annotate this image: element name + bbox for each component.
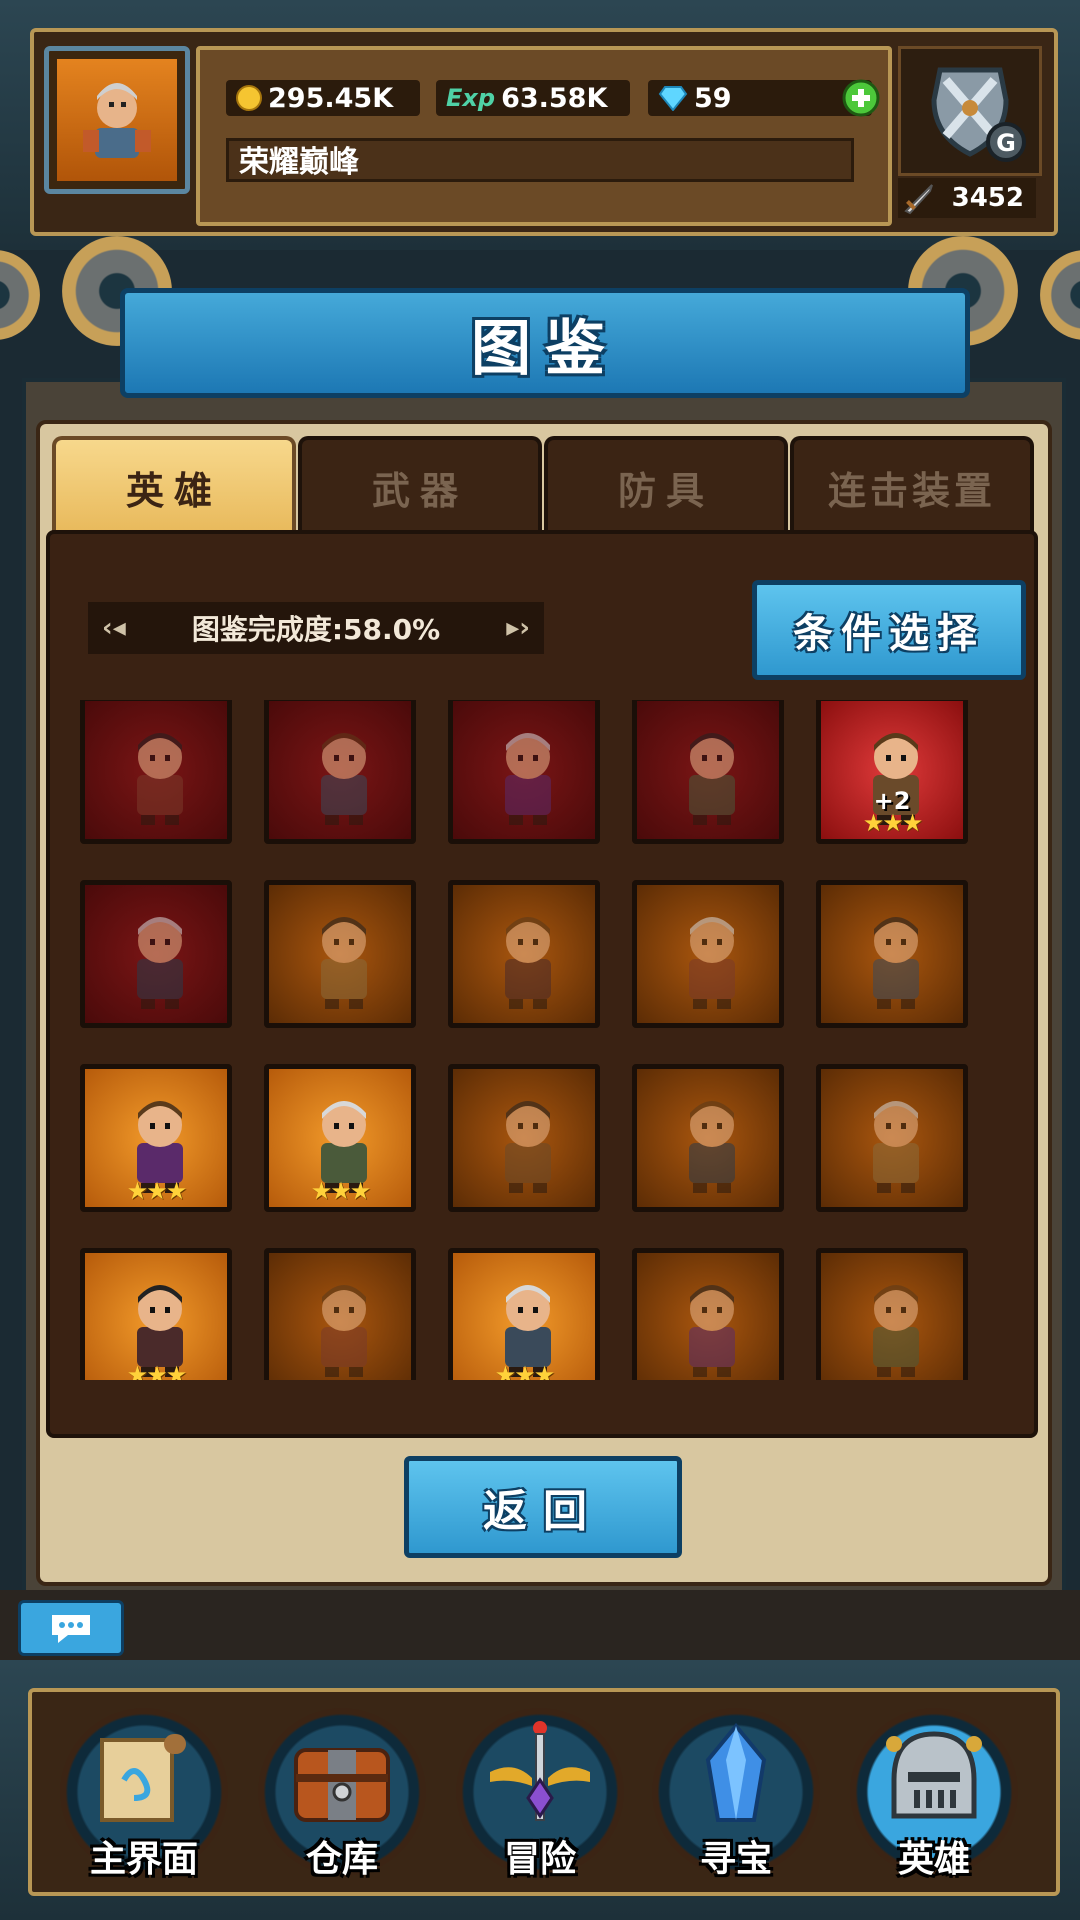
tab-heroes[interactable]: 英雄 (52, 436, 296, 534)
hero-card[interactable] (448, 1064, 600, 1212)
hero-card[interactable] (264, 880, 416, 1028)
hero-portrait-icon (137, 917, 183, 1009)
gold-coin-icon (236, 85, 262, 111)
nav-storage[interactable]: 仓库 (254, 1700, 430, 1890)
tab-weapons[interactable]: 武器 (298, 436, 542, 534)
avatar-hero-icon (83, 83, 151, 158)
chat-strip (0, 1590, 1080, 1660)
speech-bubble-icon (52, 1615, 90, 1643)
back-button[interactable]: 返回 (404, 1456, 682, 1558)
nav-label: 仓库 (305, 1839, 378, 1880)
exp-value: 63.58K (501, 82, 608, 114)
hero-card[interactable] (264, 1248, 416, 1380)
hero-portrait-icon (873, 1101, 919, 1193)
hero-card[interactable] (632, 700, 784, 844)
hero-portrait-icon (321, 733, 367, 825)
gem-value: 59 (694, 82, 732, 114)
nav-treasure[interactable]: 寻宝 (648, 1700, 824, 1890)
gem-counter: 59 (648, 79, 880, 117)
tab-combo-device[interactable]: 连击装置 (790, 436, 1034, 534)
title-banner: 图鉴 (120, 288, 970, 398)
hero-card[interactable]: ★★★ (264, 1064, 416, 1212)
exp-icon: Exp (446, 84, 496, 112)
currency-panel: 295.45K Exp 63.58K 59 荣耀巅峰 (196, 46, 892, 226)
avatar-portrait (57, 59, 177, 181)
filter-button[interactable]: 条件选择 (752, 580, 1026, 680)
hero-card[interactable]: ★★★ (80, 1064, 232, 1212)
hero-portrait-icon (137, 733, 183, 825)
scroll-icon (100, 1734, 186, 1822)
hero-portrait-icon (321, 1285, 367, 1377)
crystal-icon (705, 1722, 767, 1822)
completion-bar: ‹◂ 图鉴完成度:58.0% ▸› (88, 602, 544, 654)
tab-armor[interactable]: 防具 (544, 436, 788, 534)
nav-label: 冒险 (503, 1839, 576, 1880)
chest-icon (294, 1748, 390, 1822)
guild-name[interactable]: 荣耀巅峰 (226, 138, 854, 182)
sword-emblem-icon (490, 1721, 590, 1821)
hero-portrait-icon (689, 733, 735, 825)
hero-card[interactable] (816, 1064, 968, 1212)
diamond-icon (658, 86, 688, 111)
star-rating: ★★★ (862, 809, 924, 837)
hero-card[interactable] (816, 880, 968, 1028)
hero-card[interactable] (448, 880, 600, 1028)
nav-heroes[interactable]: 英雄 (846, 1700, 1022, 1890)
hero-card[interactable]: ★★★ (80, 1248, 232, 1380)
sword-icon (904, 184, 933, 215)
add-gems-icon[interactable] (842, 79, 880, 117)
hero-card[interactable]: ★★★ (448, 1248, 600, 1380)
star-rating: ★★★ (126, 1361, 188, 1380)
gold-value: 295.45K (268, 82, 394, 114)
next-arrow-icon[interactable]: ▸› (506, 613, 530, 643)
chat-button[interactable] (18, 1600, 124, 1656)
nav-home[interactable]: 主界面 (56, 1700, 232, 1890)
hero-card[interactable] (632, 1064, 784, 1212)
hero-grid[interactable]: +2 ★★★ ★★★ ★★★ ★★★ ★★★ (80, 700, 1000, 1380)
hero-portrait-icon (689, 1285, 735, 1377)
hero-portrait-icon (689, 1101, 735, 1193)
rank-emblem[interactable]: G (898, 46, 1042, 176)
left-edge-gear (0, 250, 40, 340)
combat-power: 3452 (898, 178, 1036, 218)
star-rating: ★★★ (494, 1361, 556, 1380)
nav-label: 寻宝 (699, 1839, 772, 1880)
hero-card[interactable] (264, 700, 416, 844)
nav-label: 英雄 (897, 1839, 970, 1880)
player-avatar[interactable] (44, 46, 190, 194)
hero-card[interactable] (448, 700, 600, 844)
hero-portrait-icon (505, 733, 551, 825)
hero-card[interactable] (632, 880, 784, 1028)
hero-card[interactable] (80, 700, 232, 844)
hero-portrait-icon (505, 1101, 551, 1193)
star-rating: ★★★ (310, 1177, 372, 1205)
nav-label: 主界面 (89, 1839, 198, 1880)
hero-portrait-icon (873, 1285, 919, 1377)
star-rating: ★★★ (126, 1177, 188, 1205)
rank-letter: G (996, 129, 1016, 157)
hero-portrait-icon (873, 917, 919, 1009)
hero-portrait-icon (689, 917, 735, 1009)
page-title: 图鉴 (471, 313, 619, 384)
power-value: 3452 (951, 183, 1024, 213)
hero-card[interactable]: +2 ★★★ (816, 700, 968, 844)
prev-arrow-icon[interactable]: ‹◂ (102, 613, 126, 643)
completion-text: 图鉴完成度:58.0% (191, 613, 441, 646)
gold-counter: 295.45K (226, 80, 420, 116)
crossed-swords-shield-icon: G (931, 67, 1026, 162)
hero-card[interactable] (80, 880, 232, 1028)
hero-card[interactable] (632, 1248, 784, 1380)
hero-portrait-icon (321, 917, 367, 1009)
right-edge-gear (1040, 250, 1080, 340)
helmet-icon (886, 1731, 982, 1819)
exp-counter: Exp 63.58K (436, 80, 630, 116)
hero-portrait-icon (505, 917, 551, 1009)
nav-adventure[interactable]: 冒险 (452, 1700, 628, 1890)
hero-card[interactable] (816, 1248, 968, 1380)
